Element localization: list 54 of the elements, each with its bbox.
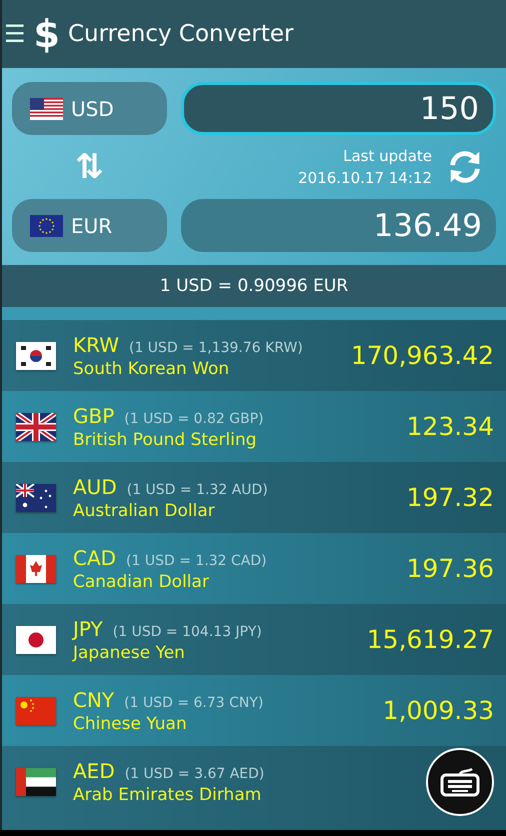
- exchange-rate: (1 USD = 1,139.76 KRW): [128, 340, 303, 356]
- currency-code: GBP: [73, 404, 114, 428]
- currency-selector[interactable]: EUR: [12, 199, 167, 252]
- keyboard-icon: [440, 766, 480, 796]
- converted-amount: 170,963.42: [350, 341, 494, 370]
- last-update-time: 2016.10.17 14:12: [298, 169, 432, 187]
- flag-icon: [16, 484, 56, 512]
- converted-amount: 123.34: [406, 412, 494, 441]
- exchange-rate: (1 USD = 6.73 CNY): [124, 694, 264, 710]
- currency-code: CNY: [73, 688, 114, 712]
- exchange-rate: 1 USD = 0.90996 EUR: [160, 276, 348, 296]
- currency-name: Chinese Yuan: [73, 714, 188, 734]
- currency-name: Arab Emirates Dirham: [73, 784, 262, 804]
- currency-name: Australian Dollar: [73, 500, 216, 520]
- currency-row[interactable]: AED (1 USD = 3.67 AED) Arab Emirates Dirham: [2, 746, 506, 817]
- currency-code: KRW: [73, 332, 119, 356]
- currency-row[interactable]: GBP (1 USD = 0.82 GBP) British Pound Sterling 123.34: [2, 391, 506, 462]
- flag-icon: [16, 412, 56, 440]
- flag-icon: [16, 554, 56, 582]
- flag-icon: [16, 768, 56, 796]
- result-field: 136.49: [181, 199, 496, 252]
- currency-code: AUD: [73, 474, 117, 498]
- converted-amount: 197.36: [406, 554, 494, 583]
- exchange-rate: (1 USD = 1.32 CAD): [126, 552, 267, 568]
- flag-icon: [30, 214, 63, 236]
- exchange-rate: (1 USD = 0.82 GBP): [124, 410, 264, 426]
- currency-row[interactable]: CAD (1 USD = 1.32 CAD) Canadian Dollar 197.36: [2, 533, 506, 604]
- converted-amount: 197.32: [406, 483, 494, 512]
- dollar-logo: $: [34, 12, 60, 56]
- currency-code: AED: [73, 758, 115, 782]
- currency-row[interactable]: AUD (1 USD = 1.32 AUD) Australian Dollar 197.32: [2, 462, 506, 533]
- flag-icon: [30, 98, 63, 120]
- currency-row[interactable]: KRW (1 USD = 1,139.76 KRW) South Korean Won 170,963.42: [2, 320, 506, 391]
- exchange-rate: (1 USD = 104.13 JPY): [112, 624, 262, 640]
- app-title: Currency Converter: [68, 21, 294, 47]
- flag-icon: [16, 342, 56, 370]
- currency-name: Canadian Dollar: [73, 572, 210, 592]
- currency-selector[interactable]: USD: [12, 82, 167, 135]
- currency-name: South Korean Won: [73, 358, 230, 378]
- currency-code: CAD: [73, 546, 116, 570]
- currency-code: JPY: [73, 616, 103, 640]
- currency-row[interactable]: JPY (1 USD = 104.13 JPY) Japanese Yen 15,619.27: [2, 604, 506, 675]
- exchange-rate: (1 USD = 1.32 AUD): [126, 482, 268, 498]
- menu-icon[interactable]: ☰: [4, 20, 26, 48]
- amount-input[interactable]: 150: [181, 82, 496, 135]
- converted-amount: 15,619.27: [366, 625, 494, 654]
- currency-name: British Pound Sterling: [73, 430, 258, 450]
- converted-amount: 1,009.33: [382, 696, 494, 725]
- exchange-rate: (1 USD = 3.67 AED): [124, 766, 264, 782]
- currency-name: Japanese Yen: [73, 642, 186, 662]
- flag-icon: [16, 626, 56, 654]
- flag-icon: [16, 696, 56, 724]
- last-update-label: Last update: [343, 147, 432, 165]
- currency-row[interactable]: CNY (1 USD = 6.73 CNY) Chinese Yuan 1,009.33: [2, 675, 506, 746]
